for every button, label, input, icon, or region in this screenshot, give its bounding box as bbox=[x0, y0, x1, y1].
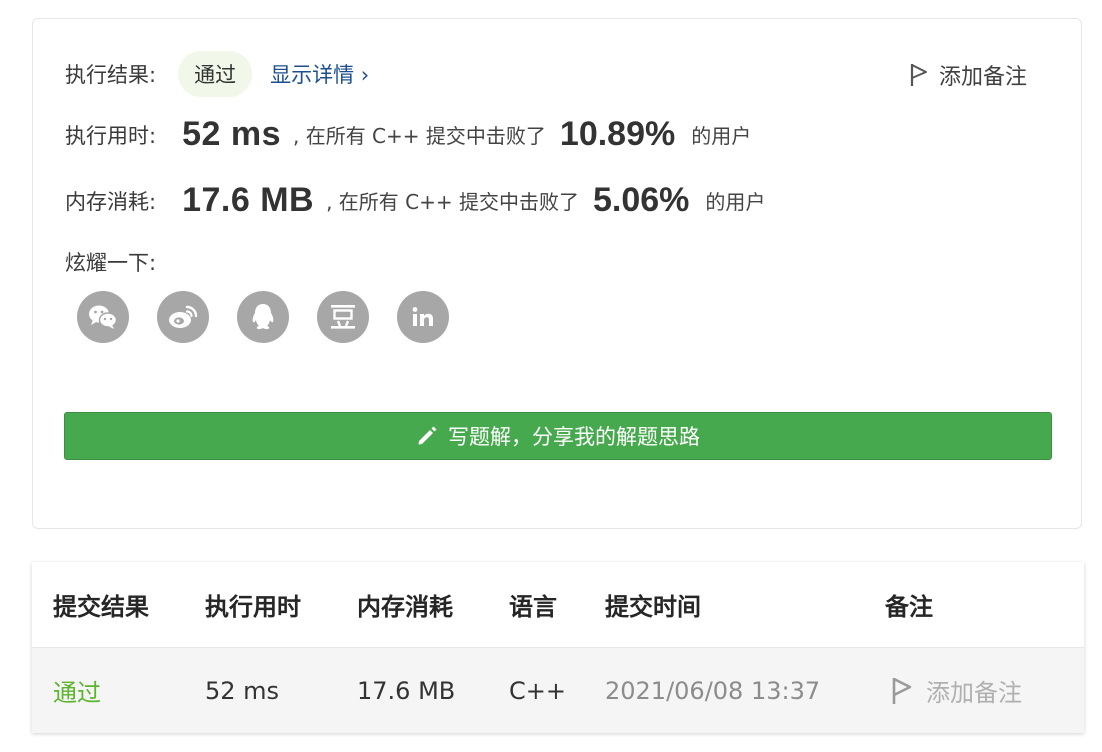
qq-icon bbox=[252, 304, 274, 330]
weibo-icon bbox=[169, 305, 198, 328]
share-buttons bbox=[77, 291, 449, 343]
row-add-note-label: 添加备注 bbox=[926, 679, 1022, 707]
runtime-value: 52 ms bbox=[182, 115, 281, 153]
flag-icon bbox=[910, 64, 927, 86]
header-memory: 内存消耗 bbox=[357, 593, 453, 621]
table-header: 提交结果 执行用时 内存消耗 语言 提交时间 备注 bbox=[32, 562, 1084, 648]
runtime-percent: 10.89% bbox=[559, 115, 676, 153]
header-runtime: 执行用时 bbox=[205, 593, 301, 621]
row-time: 2021/06/08 13:37 bbox=[605, 676, 821, 705]
result-card: 执行结果: 通过 显示详情 › 添加备注 执行用时: 52 ms , 在所有 C… bbox=[32, 18, 1082, 529]
add-note-button[interactable]: 添加备注 bbox=[909, 59, 1027, 91]
table-row: 通过 52 ms 17.6 MB C++ 2021/06/08 13:37 添加… bbox=[32, 648, 1084, 733]
row-status[interactable]: 通过 bbox=[53, 648, 101, 733]
status-badge: 通过 bbox=[178, 51, 253, 97]
memory-row: 内存消耗: 17.6 MB , 在所有 C++ 提交中击败了 5.06% 的用户 bbox=[65, 181, 765, 220]
share-label: 炫耀一下: bbox=[65, 251, 157, 275]
header-language: 语言 bbox=[509, 593, 557, 621]
pencil-icon bbox=[418, 426, 437, 445]
share-row: 炫耀一下: bbox=[65, 247, 156, 277]
share-linkedin-button[interactable] bbox=[397, 291, 449, 343]
write-solution-button[interactable]: 写题解，分享我的解题思路 bbox=[64, 412, 1052, 460]
runtime-suffix: 的用户 bbox=[691, 124, 752, 148]
runtime-label: 执行用时: bbox=[65, 123, 157, 148]
share-douban-button[interactable] bbox=[317, 291, 369, 343]
share-qq-button[interactable] bbox=[237, 291, 289, 343]
memory-value: 17.6 MB bbox=[182, 181, 315, 219]
header-time: 提交时间 bbox=[605, 593, 701, 621]
add-note-label: 添加备注 bbox=[938, 65, 1027, 90]
exec-result-row: 执行结果: 通过 显示详情 › bbox=[65, 51, 369, 97]
memory-middle-text: , 在所有 C++ 提交中击败了 bbox=[326, 190, 579, 214]
write-solution-label: 写题解，分享我的解题思路 bbox=[448, 425, 700, 449]
douban-icon bbox=[331, 305, 355, 329]
memory-label: 内存消耗: bbox=[65, 189, 157, 214]
runtime-row: 执行用时: 52 ms , 在所有 C++ 提交中击败了 10.89% 的用户 bbox=[65, 115, 751, 154]
row-language: C++ bbox=[509, 676, 566, 705]
show-details-link[interactable]: 显示详情 › bbox=[270, 59, 369, 89]
share-wechat-button[interactable] bbox=[77, 291, 129, 343]
flag-icon bbox=[892, 677, 912, 704]
runtime-middle-text: , 在所有 C++ 提交中击败了 bbox=[292, 124, 546, 148]
header-note: 备注 bbox=[885, 593, 933, 621]
header-status: 提交结果 bbox=[53, 593, 149, 621]
wechat-icon bbox=[89, 305, 118, 329]
row-add-note-button[interactable]: 添加备注 bbox=[890, 648, 1022, 733]
linkedin-icon bbox=[412, 307, 433, 326]
memory-suffix: 的用户 bbox=[705, 190, 766, 214]
share-weibo-button[interactable] bbox=[157, 291, 209, 343]
submission-table: 提交结果 执行用时 内存消耗 语言 提交时间 备注 通过 52 ms 17.6 … bbox=[32, 562, 1084, 733]
memory-percent: 5.06% bbox=[593, 181, 690, 219]
row-memory: 17.6 MB bbox=[357, 676, 456, 705]
exec-result-label: 执行结果: bbox=[65, 63, 157, 87]
row-runtime: 52 ms bbox=[205, 676, 280, 705]
